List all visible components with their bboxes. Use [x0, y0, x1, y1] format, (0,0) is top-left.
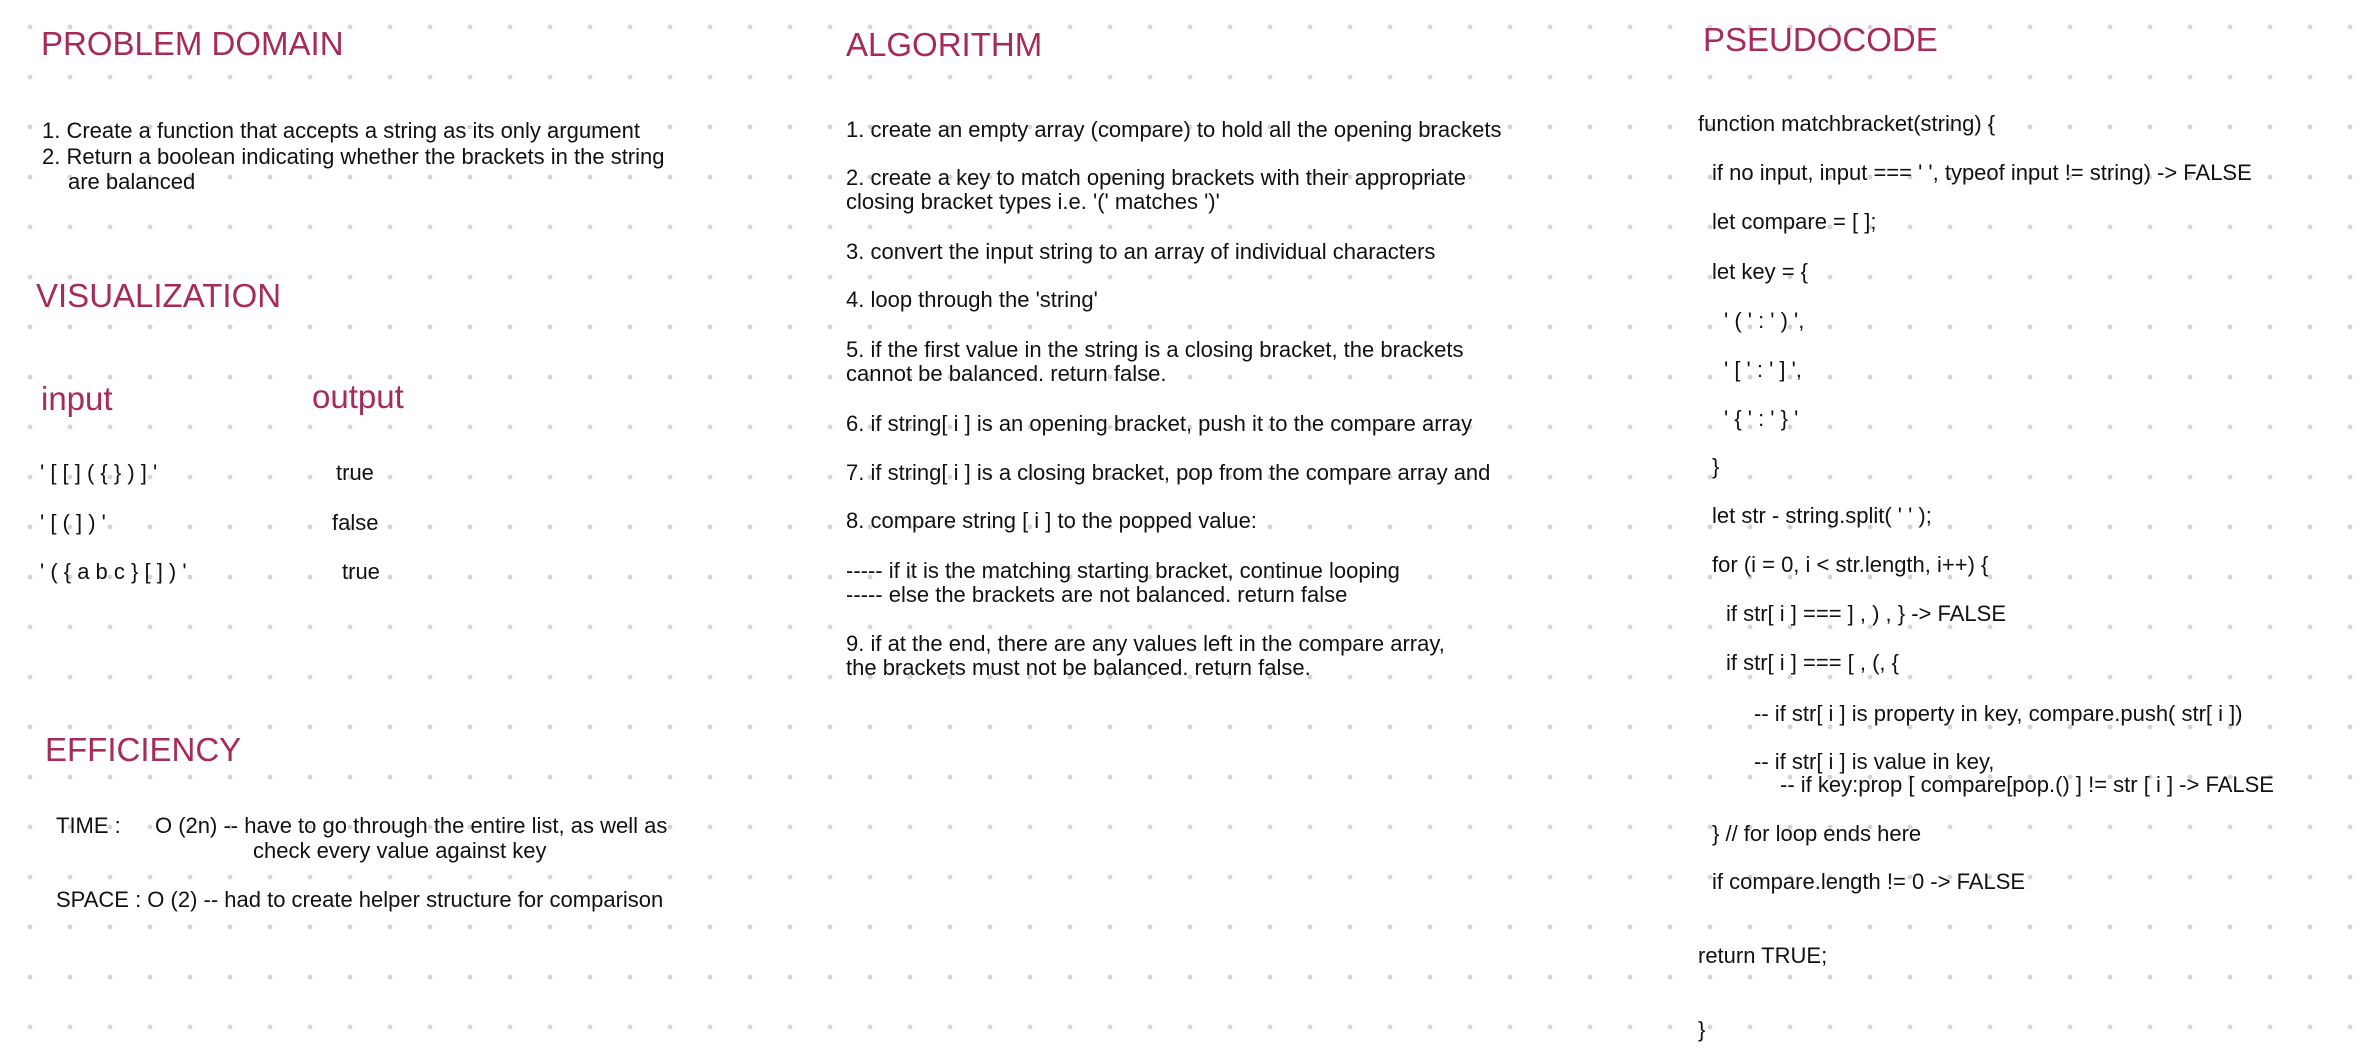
- pseudocode-line: -- if str[ i ] is property in key, compa…: [1754, 701, 2243, 726]
- algorithm-step-6: 6. if string[ i ] is an opening bracket,…: [846, 411, 1473, 436]
- pseudocode-line: if str[ i ] === ] , ) , } -> FALSE: [1726, 601, 2006, 626]
- algorithm-step-5-cont: cannot be balanced. return false.: [846, 361, 1167, 386]
- algorithm-step-9-cont: the brackets must not be balanced. retur…: [846, 655, 1311, 680]
- problem-item-2: 2. Return a boolean indicating whether t…: [42, 144, 665, 169]
- pseudocode-line: -- if str[ i ] is value in key,: [1754, 749, 1995, 774]
- algorithm-step-5: 5. if the first value in the string is a…: [846, 337, 1464, 362]
- problem-domain-heading: PROBLEM DOMAIN: [41, 25, 344, 62]
- time-complexity: O (2n) -- have to go through the entire …: [155, 813, 668, 838]
- pseudocode-line: return TRUE;: [1698, 943, 1828, 968]
- algorithm-step-7: 7. if string[ i ] is a closing bracket, …: [846, 460, 1491, 485]
- algorithm-heading: ALGORITHM: [846, 26, 1043, 63]
- input-value: ' [ [ ] ( { } ) ] ': [40, 460, 158, 485]
- input-value: ' [ ( ] ) ': [40, 510, 106, 535]
- output-value: true: [336, 460, 374, 485]
- algorithm-step-3: 3. convert the input string to an array …: [846, 239, 1436, 264]
- space-complexity: SPACE : O (2) -- had to create helper st…: [56, 887, 664, 912]
- pseudocode-line: ' { ' : ' } ': [1724, 406, 1799, 431]
- pseudocode-line: } // for loop ends here: [1712, 821, 1922, 846]
- pseudocode-line: let compare = [ ];: [1712, 209, 1877, 234]
- algorithm-step-8: 8. compare string [ i ] to the popped va…: [846, 508, 1257, 533]
- problem-item-1: 1. Create a function that accepts a stri…: [42, 118, 640, 143]
- algorithm-step-8-sub-2: ----- else the brackets are not balanced…: [846, 582, 1348, 607]
- pseudocode-line: }: [1698, 1017, 1706, 1042]
- algorithm-step-2: 2. create a key to match opening bracket…: [846, 165, 1467, 190]
- algorithm-step-8-sub-1: ----- if it is the matching starting bra…: [846, 558, 1400, 583]
- pseudocode-line: for (i = 0, i < str.length, i++) {: [1712, 552, 1989, 577]
- pseudocode-line: ' ( ' : ' ) ',: [1724, 308, 1805, 333]
- problem-item-2-cont: are balanced: [68, 169, 196, 194]
- input-column-label: input: [41, 380, 113, 417]
- pseudocode-line: function matchbracket(string) {: [1698, 111, 1996, 136]
- output-column-label: output: [312, 378, 404, 415]
- time-label: TIME :: [56, 813, 121, 838]
- time-complexity-cont: check every value against key: [253, 838, 547, 863]
- visualization-heading: VISUALIZATION: [36, 277, 282, 314]
- pseudocode-line: -- if key:prop [ compare[pop.() ] != str…: [1780, 772, 2274, 797]
- output-value: true: [342, 559, 380, 584]
- pseudocode-line: if compare.length != 0 -> FALSE: [1712, 869, 2026, 894]
- algorithm-step-1: 1. create an empty array (compare) to ho…: [846, 117, 1502, 142]
- efficiency-heading: EFFICIENCY: [45, 731, 242, 768]
- output-value: false: [332, 510, 379, 535]
- pseudocode-heading: PSEUDOCODE: [1703, 21, 1938, 58]
- pseudocode-line: let str - string.split( ' ' );: [1712, 503, 1932, 528]
- algorithm-step-4: 4. loop through the 'string': [846, 287, 1098, 312]
- algorithm-step-9: 9. if at the end, there are any values l…: [846, 631, 1445, 656]
- algorithm-step-2-cont: closing bracket types i.e. '(' matches '…: [846, 189, 1220, 214]
- pseudocode-line: ' [ ' : ' ] ',: [1724, 357, 1802, 382]
- pseudocode-line: if no input, input === ' ', typeof input…: [1712, 160, 2252, 185]
- pseudocode-line: let key = {: [1712, 259, 1809, 284]
- pseudocode-line: if str[ i ] === [ , (, {: [1726, 650, 1900, 675]
- input-value: ' ( { a b c } [ ] ) ': [40, 559, 187, 584]
- pseudocode-line: }: [1712, 454, 1720, 479]
